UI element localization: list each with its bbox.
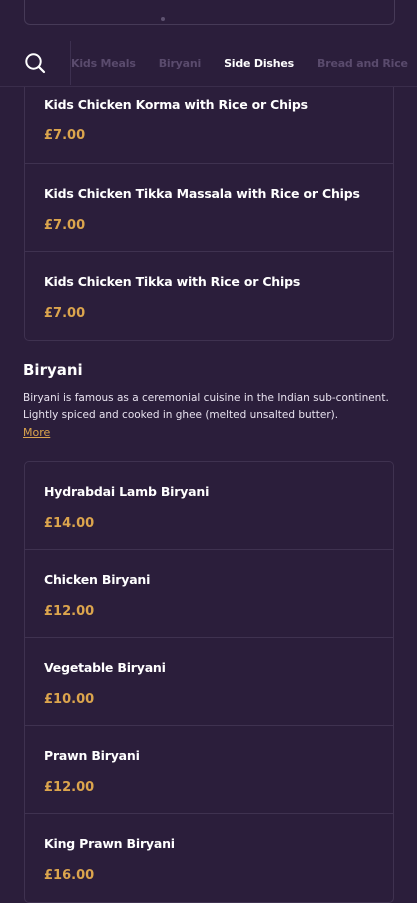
section-title: Biryani [23, 361, 83, 379]
tab-kids-meals[interactable]: Kids Meals [71, 57, 136, 70]
menu-item-name: Vegetable Biryani [44, 660, 166, 675]
search-icon [25, 53, 46, 74]
category-nav-bar: Kids Meals Biryani Side Dishes Bread and… [0, 0, 417, 87]
menu-item-name: Kids Chicken Tikka Massala with Rice or … [44, 186, 360, 201]
menu-item-name: Prawn Biryani [44, 748, 140, 763]
previous-card-edge [24, 0, 395, 25]
menu-item-price: £12.00 [44, 780, 95, 795]
menu-item[interactable]: Vegetable Biryani £10.00 [25, 638, 393, 726]
menu-item[interactable]: Hydrabdai Lamb Biryani £14.00 [25, 462, 393, 550]
menu-item-price: £7.00 [44, 128, 86, 143]
menu-item-name: Chicken Biryani [44, 572, 151, 587]
more-link[interactable]: More [23, 426, 50, 439]
menu-item-price: £14.00 [44, 516, 95, 531]
biryani-list: Hydrabdai Lamb Biryani £14.00 Chicken Bi… [24, 461, 394, 903]
menu-item-name: Hydrabdai Lamb Biryani [44, 484, 210, 499]
menu-item[interactable]: King Prawn Biryani £16.00 [25, 814, 393, 902]
menu-item[interactable]: Chicken Biryani £12.00 [25, 550, 393, 638]
menu-item-price: £7.00 [44, 306, 86, 321]
menu-item-price: £7.00 [44, 218, 86, 233]
search-button[interactable] [0, 41, 71, 85]
menu-item[interactable]: Kids Chicken Korma with Rice or Chips £7… [25, 77, 393, 164]
menu-item[interactable]: Prawn Biryani £12.00 [25, 726, 393, 814]
tab-side-dishes[interactable]: Side Dishes [224, 57, 294, 70]
menu-item[interactable]: Kids Chicken Tikka with Rice or Chips £7… [25, 252, 393, 340]
menu-item-name: King Prawn Biryani [44, 836, 175, 851]
category-tabs: Kids Meals Biryani Side Dishes Bread and… [71, 52, 417, 74]
menu-item-name: Kids Chicken Tikka with Rice or Chips [44, 274, 301, 289]
section-description: Biryani is famous as a ceremonial cuisin… [23, 392, 389, 421]
menu-item-name: Kids Chicken Korma with Rice or Chips [44, 97, 308, 112]
kids-meals-list: Kids Chicken Korma with Rice or Chips £7… [24, 77, 394, 341]
menu-item[interactable]: Kids Chicken Tikka Massala with Rice or … [25, 164, 393, 252]
menu-item-price: £12.00 [44, 604, 95, 619]
tab-biryani[interactable]: Biryani [159, 57, 202, 70]
menu-item-price: £10.00 [44, 692, 95, 707]
tab-bread-and-rice[interactable]: Bread and Rice [317, 57, 408, 70]
menu-item-price: £16.00 [44, 868, 95, 883]
